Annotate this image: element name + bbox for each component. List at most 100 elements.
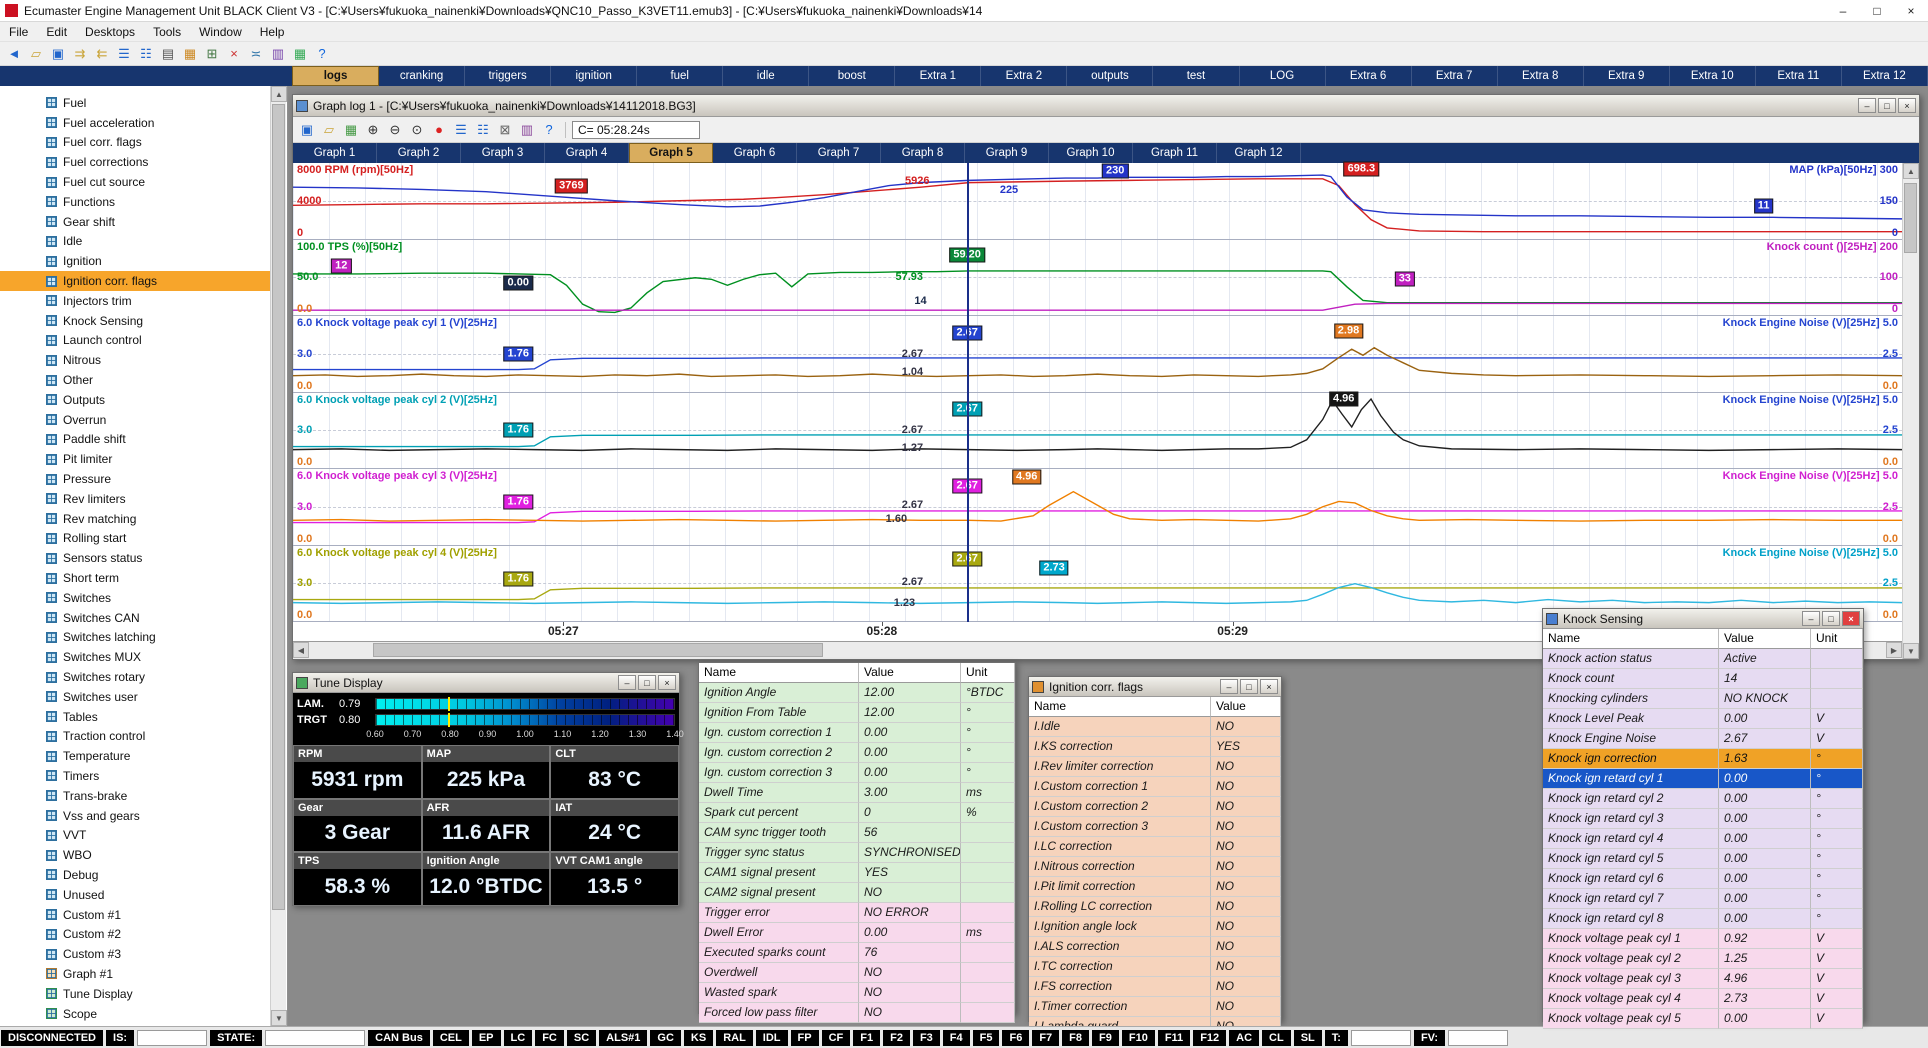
sidebar-item-rolling-start[interactable]: Rolling start xyxy=(0,529,270,549)
sidebar-item-tables[interactable]: Tables xyxy=(0,707,270,727)
tab-cranking[interactable]: cranking xyxy=(379,66,465,86)
table-row[interactable]: Knock ign retard cyl 40.00° xyxy=(1543,829,1863,849)
sidebar-item-ignition-corr-flags[interactable]: Ignition corr. flags xyxy=(0,271,270,291)
minimize-button[interactable]: – xyxy=(1858,98,1876,113)
tab-log[interactable]: LOG xyxy=(1240,66,1326,86)
graph-tab-5[interactable]: Graph 5 xyxy=(629,143,713,163)
table-row[interactable]: Trigger errorNO ERROR xyxy=(699,903,1015,923)
sidebar-item-switches-mux[interactable]: Switches MUX xyxy=(0,647,270,667)
sidebar-item-graph-1[interactable]: Graph #1 xyxy=(0,964,270,984)
tab-idle[interactable]: idle xyxy=(723,66,809,86)
table-row[interactable]: CAM2 signal presentNO xyxy=(699,883,1015,903)
sidebar-scroll-thumb[interactable] xyxy=(272,104,285,910)
tab-extra-9[interactable]: Extra 9 xyxy=(1584,66,1670,86)
menu-edit[interactable]: Edit xyxy=(37,22,76,41)
graph-tab-2[interactable]: Graph 2 xyxy=(377,143,461,163)
minimize-button[interactable]: – xyxy=(618,675,636,690)
tab-ignition[interactable]: ignition xyxy=(551,66,637,86)
table-row[interactable]: Knock ign retard cyl 70.00° xyxy=(1543,889,1863,909)
ignition-flags-titlebar[interactable]: Ignition corr. flags –□× xyxy=(1029,677,1281,697)
table-row[interactable]: I.Pit limit correctionNO xyxy=(1029,877,1281,897)
maximize-button[interactable]: □ xyxy=(1240,679,1258,694)
table-row[interactable]: CAM sync trigger tooth56 xyxy=(699,823,1015,843)
save-icon[interactable]: ▣ xyxy=(48,44,68,64)
sidebar-item-debug[interactable]: Debug xyxy=(0,865,270,885)
menu-window[interactable]: Window xyxy=(190,22,251,41)
sidebar-item-vss-and-gears[interactable]: Vss and gears xyxy=(0,806,270,826)
table-row[interactable]: Executed sparks count76 xyxy=(699,943,1015,963)
sidebar-item-fuel-corrections[interactable]: Fuel corrections xyxy=(0,152,270,172)
table-row[interactable]: Ignition From Table12.00° xyxy=(699,703,1015,723)
graph-tab-6[interactable]: Graph 6 xyxy=(713,143,797,163)
table-row[interactable]: Knock ign retard cyl 50.00° xyxy=(1543,849,1863,869)
sidebar-item-switches-user[interactable]: Switches user xyxy=(0,687,270,707)
sidebar-item-rev-matching[interactable]: Rev matching xyxy=(0,509,270,529)
sidebar-item-functions[interactable]: Functions xyxy=(0,192,270,212)
graph-hscroll-thumb[interactable] xyxy=(373,643,823,657)
table-row[interactable]: Knock ign retard cyl 20.00° xyxy=(1543,789,1863,809)
table-row[interactable]: Knock ign retard cyl 10.00° xyxy=(1543,769,1863,789)
tab-extra-10[interactable]: Extra 10 xyxy=(1670,66,1756,86)
table-row[interactable]: I.TC correctionNO xyxy=(1029,957,1281,977)
maximize-button[interactable]: □ xyxy=(1822,611,1840,626)
tab-extra-1[interactable]: Extra 1 xyxy=(895,66,981,86)
close-button[interactable]: × xyxy=(658,675,676,690)
graph-panes[interactable]: 8000 RPM (rpm)[50Hz]40000MAP (kPa)[50Hz]… xyxy=(293,163,1902,622)
maximize-button[interactable]: □ xyxy=(1878,98,1896,113)
open-log-icon[interactable]: ▱ xyxy=(319,120,339,140)
sidebar-item-other[interactable]: Other xyxy=(0,370,270,390)
sidebar-item-injectors-trim[interactable]: Injectors trim xyxy=(0,291,270,311)
delete-icon[interactable]: × xyxy=(224,44,244,64)
print-icon[interactable]: ▤ xyxy=(158,44,178,64)
scroll-up-icon[interactable]: ▲ xyxy=(271,86,287,102)
sidebar-item-pit-limiter[interactable]: Pit limiter xyxy=(0,449,270,469)
cursor-time-field[interactable]: C= 05:28.24s xyxy=(572,121,700,139)
menu-file[interactable]: File xyxy=(0,22,37,41)
markers-icon[interactable]: ☰ xyxy=(451,120,471,140)
tab-extra-7[interactable]: Extra 7 xyxy=(1412,66,1498,86)
sidebar-item-tune-display[interactable]: Tune Display xyxy=(0,984,270,1004)
table-row[interactable]: OverdwellNO xyxy=(699,963,1015,983)
table-row[interactable]: Dwell Time3.00ms xyxy=(699,783,1015,803)
open-file-icon[interactable]: ▱ xyxy=(26,44,46,64)
close-button[interactable]: × xyxy=(1260,679,1278,694)
table-row[interactable]: I.Ignition angle lockNO xyxy=(1029,917,1281,937)
sidebar-item-switches-rotary[interactable]: Switches rotary xyxy=(0,667,270,687)
minimize-button[interactable]: – xyxy=(1220,679,1238,694)
table-row[interactable]: I.ALS correctionNO xyxy=(1029,937,1281,957)
minimize-button[interactable]: – xyxy=(1826,0,1860,21)
tune-icon[interactable]: ≍ xyxy=(246,44,266,64)
chart-icon[interactable]: ▥ xyxy=(268,44,288,64)
table-row[interactable]: Knock voltage peak cyl 34.96V xyxy=(1543,969,1863,989)
table-row[interactable]: Knock count14 xyxy=(1543,669,1863,689)
sidebar-item-launch-control[interactable]: Launch control xyxy=(0,331,270,351)
sidebar-item-rev-limiters[interactable]: Rev limiters xyxy=(0,489,270,509)
close-button[interactable]: × xyxy=(1894,0,1928,21)
table-row[interactable]: I.FS correctionNO xyxy=(1029,977,1281,997)
sidebar-item-wbo[interactable]: WBO xyxy=(0,845,270,865)
sidebar-item-switches-can[interactable]: Switches CAN xyxy=(0,608,270,628)
table-row[interactable]: Dwell Error0.00ms xyxy=(699,923,1015,943)
export-icon[interactable]: ⇇ xyxy=(92,44,112,64)
zoom-out-icon[interactable]: ⊖ xyxy=(385,120,405,140)
tab-boost[interactable]: boost xyxy=(809,66,895,86)
menu-tools[interactable]: Tools xyxy=(144,22,190,41)
table-row[interactable]: Forced low pass filterNO xyxy=(699,1003,1015,1023)
table-row[interactable]: Knock Engine Noise2.67V xyxy=(1543,729,1863,749)
tools-icon[interactable]: ⊠ xyxy=(495,120,515,140)
zoom-in-icon[interactable]: ⊕ xyxy=(363,120,383,140)
sidebar-item-paddle-shift[interactable]: Paddle shift xyxy=(0,430,270,450)
knock-sensing-titlebar[interactable]: Knock Sensing –□× xyxy=(1543,609,1863,629)
maximize-button[interactable]: □ xyxy=(638,675,656,690)
graph-pane-3[interactable]: 6.0 Knock voltage peak cyl 1 (V)[25Hz]3.… xyxy=(293,316,1902,393)
graph-pane-2[interactable]: 100.0 TPS (%)[50Hz]50.00.0Knock count ()… xyxy=(293,240,1902,317)
table-row[interactable]: I.KS correctionYES xyxy=(1029,737,1281,757)
table-row[interactable]: Knock ign retard cyl 30.00° xyxy=(1543,809,1863,829)
menu-desktops[interactable]: Desktops xyxy=(76,22,144,41)
table-row[interactable]: Ign. custom correction 10.00° xyxy=(699,723,1015,743)
settings-grid-icon[interactable]: ⊞ xyxy=(202,44,222,64)
tab-extra-8[interactable]: Extra 8 xyxy=(1498,66,1584,86)
sidebar-item-idle[interactable]: Idle xyxy=(0,232,270,252)
minimize-button[interactable]: – xyxy=(1802,611,1820,626)
sidebar-item-gear-shift[interactable]: Gear shift xyxy=(0,212,270,232)
